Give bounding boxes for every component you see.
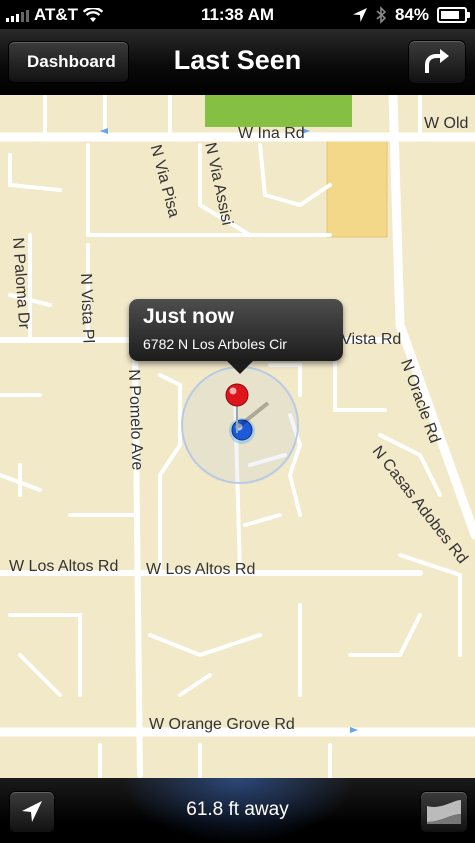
battery-percent: 84% — [394, 5, 429, 24]
red-pin-head[interactable] — [225, 383, 249, 407]
road-label-w-los-altos-rd-left: W Los Altos Rd — [9, 558, 119, 575]
pin-callout[interactable]: Just now 6782 N Los Arboles Cir — [129, 299, 343, 374]
distance-label: 61.8 ft away — [186, 799, 289, 820]
bottom-toolbar: 61.8 ft away — [0, 778, 475, 843]
battery-fill — [441, 11, 460, 19]
road-label-w-old: W Old — [424, 115, 469, 132]
location-arrow-icon — [352, 8, 367, 22]
road-label-w-los-altos-rd-right: W Los Altos Rd — [146, 561, 256, 578]
page-curl-button[interactable] — [420, 791, 468, 833]
battery-icon — [437, 7, 470, 23]
commercial-area — [326, 140, 388, 238]
callout-address: 6782 N Los Arboles Cir — [143, 336, 287, 352]
screen: AT&T 11:38 AM 84% Dashboard Last Seen W … — [0, 0, 475, 843]
park-area — [205, 95, 352, 127]
navigation-bar: Dashboard Last Seen — [0, 29, 475, 96]
status-right: 84% — [352, 5, 470, 25]
status-bar: AT&T 11:38 AM 84% — [0, 0, 475, 29]
page-title: Last Seen — [173, 45, 302, 75]
share-button[interactable] — [408, 40, 466, 84]
road-label-w-ina-rd: W Ina Rd — [238, 125, 305, 142]
road-label-w-orange-grove-rd: W Orange Grove Rd — [149, 716, 295, 733]
road-label-n-pomelo-ave: N Pomelo Ave — [125, 369, 146, 471]
road-label-n-vista-pl: N Vista Pl — [77, 273, 97, 344]
map-view[interactable]: W Ina Rd N Via Pisa N Via Assisi N Palom… — [0, 95, 475, 778]
share-arrow-icon — [425, 49, 449, 73]
map-tiles — [0, 95, 475, 778]
road-n-oracle-rd — [388, 95, 475, 540]
bluetooth-icon — [376, 6, 387, 24]
callout-title: Just now — [143, 305, 235, 328]
page-curl-icon — [427, 800, 461, 824]
